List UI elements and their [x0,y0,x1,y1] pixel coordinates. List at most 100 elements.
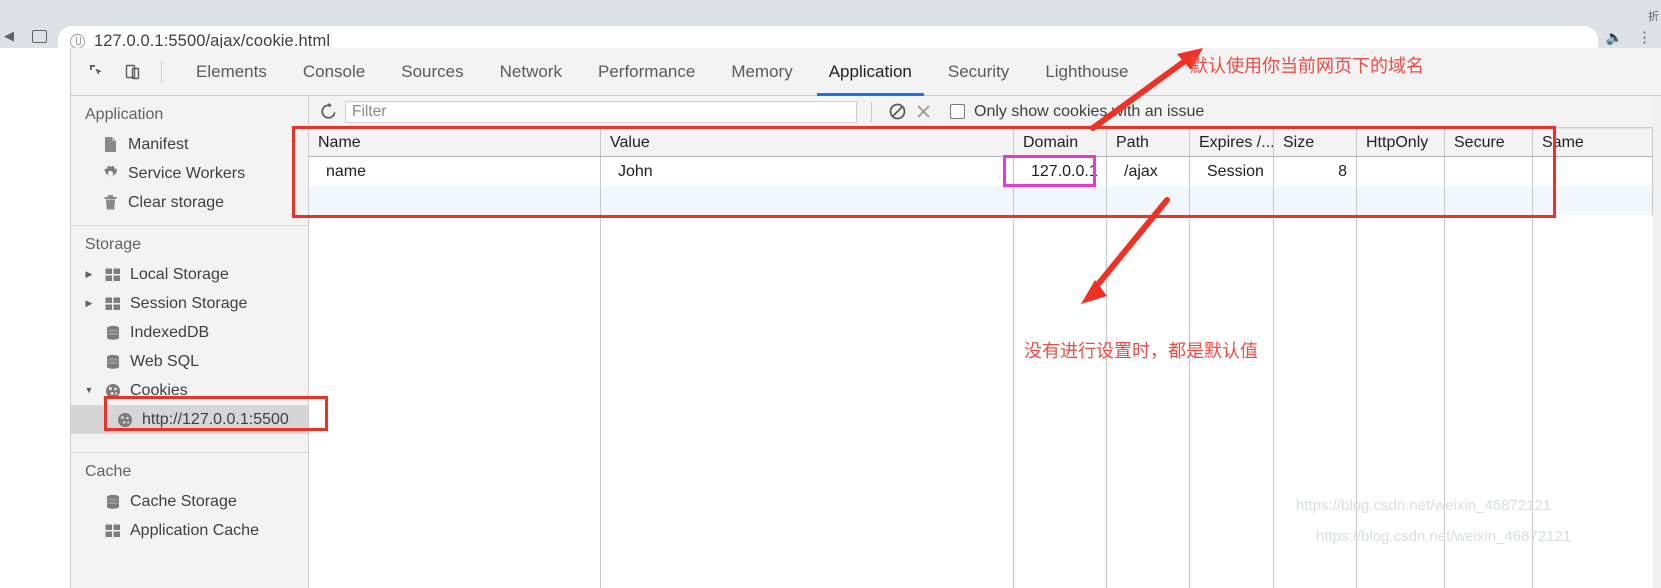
address-bar[interactable]: 127.0.0.1:5500/ajax/cookie.html [58,26,1598,48]
watermark-2: https://blog.csdn.net/weixin_46872121 [1316,528,1572,545]
device-toolbar-icon[interactable] [123,62,143,82]
screenshot-root: ◀ 127.0.0.1:5500/ajax/cookie.html 🔈 ⋮ 折 [0,0,1661,588]
vertical-scrollbar[interactable] [1653,96,1661,588]
sidebar-section-application: Application [85,106,164,123]
toolbar-divider [161,60,162,83]
checkbox-box[interactable] [950,104,965,119]
sidebar-item-service-workers-label: Service Workers [128,164,246,182]
only-issues-checkbox[interactable]: Only show cookies with an issue [950,103,1204,121]
tab-console-label: Console [302,61,366,81]
watermark-1: https://blog.csdn.net/weixin_46872121 [1296,497,1552,514]
fold-label: 折 [1648,11,1659,23]
tab-performance-label: Performance [597,61,696,81]
tab-memory-label: Memory [731,61,793,81]
tab-network-label: Network [499,61,562,81]
sidebar-section-cache: Cache [85,463,132,480]
chrome-nav-icons: ◀ [0,24,47,48]
address-bar-url: 127.0.0.1:5500/ajax/cookie.html [94,31,331,49]
filter-input[interactable] [352,102,850,121]
cell-domain: 127.0.0.1 [1014,157,1107,186]
column-header-samesite[interactable]: Same [1533,129,1653,156]
cookies-table-header: Name Value Domain Path Expires /... Size… [309,128,1661,157]
sidebar-item-cache-storage[interactable]: ▶ Cache Storage [71,487,308,516]
sidebar-item-session-storage-label: Session Storage [130,294,248,312]
sidebar-item-application-cache-label: Application Cache [130,521,259,539]
tab-network[interactable]: Network [482,48,580,96]
column-header-httponly[interactable]: HttpOnly [1357,129,1445,156]
column-header-secure[interactable]: Secure [1445,129,1533,156]
chevron-down-icon[interactable]: ▼ [83,386,95,395]
sidebar-item-manifest-label: Manifest [128,135,189,153]
page-info-icon[interactable] [70,33,85,48]
tab-sources-label: Sources [401,61,464,81]
tab-memory[interactable]: Memory [713,48,810,96]
cookie-icon [103,381,122,400]
manifest-file-icon [101,135,120,154]
sidebar-item-local-storage[interactable]: ▶ Local Storage [71,260,308,289]
sidebar-item-clear-storage[interactable]: Clear storage [71,188,308,217]
column-header-path[interactable]: Path [1107,129,1190,156]
browser-chrome: ◀ 127.0.0.1:5500/ajax/cookie.html 🔈 ⋮ 折 [0,0,1661,48]
cookie-icon [115,410,134,429]
column-header-size[interactable]: Size [1274,129,1357,156]
cell-size: 8 [1274,157,1357,186]
sidebar-item-manifest[interactable]: Manifest [71,130,308,159]
filter-input-wrapper[interactable] [345,100,857,123]
sidebar-item-local-storage-label: Local Storage [130,265,229,283]
sidebar-item-web-sql-label: Web SQL [130,352,200,370]
sidebar-item-cookies-label: Cookies [130,381,188,399]
chevron-right-icon[interactable]: ▶ [83,299,95,308]
column-header-name[interactable]: Name [309,129,601,156]
cell-samesite [1533,157,1653,186]
gear-icon [101,164,120,183]
cell-path: /ajax [1107,157,1190,186]
column-header-domain[interactable]: Domain [1014,129,1107,156]
tab-lighthouse[interactable]: Lighthouse [1027,48,1146,96]
chevron-left-icon[interactable]: ◀ [4,28,14,44]
inspect-element-icon[interactable] [87,62,107,82]
database-icon [103,323,122,342]
cell-value: John [601,157,1014,186]
tab-icon[interactable] [32,29,47,43]
sidebar-item-cookie-origin[interactable]: http://127.0.0.1:5500 [71,405,308,434]
tab-lighthouse-label: Lighthouse [1045,61,1129,81]
column-header-expires[interactable]: Expires /... [1190,129,1274,156]
database-icon [103,352,122,371]
chevron-right-icon[interactable]: ▶ [83,270,95,279]
tab-application[interactable]: Application [811,48,930,96]
database-icon [103,492,122,511]
more-options-icon[interactable]: ⋮ [1637,28,1653,46]
column-header-value[interactable]: Value [601,129,1014,156]
annotation-text-default: 没有进行设置时，都是默认值 [1024,341,1258,362]
storage-grid-icon [103,265,122,284]
close-x-icon[interactable] [910,100,936,124]
sidebar-item-indexeddb[interactable]: ▶ IndexedDB [71,318,308,347]
tab-console[interactable]: Console [285,48,383,96]
tab-security-label: Security [947,61,1010,81]
tab-security[interactable]: Security [930,48,1027,96]
tab-elements[interactable]: Elements [178,48,285,96]
tab-elements-label: Elements [196,61,267,81]
sidebar-item-application-cache[interactable]: ▶ Application Cache [71,516,308,545]
cell-httponly [1357,157,1445,186]
sidebar-item-session-storage[interactable]: ▶ Session Storage [71,289,308,318]
block-clear-icon[interactable] [884,100,910,124]
chrome-right-icons: 🔈 ⋮ [1606,28,1653,47]
devtools-tool-icons [71,60,178,83]
tab-sources[interactable]: Sources [383,48,481,96]
tab-application-label: Application [828,61,912,81]
devtools-tab-list: Elements Console Sources Network Perform… [178,48,1147,96]
cookies-toolbar: Only show cookies with an issue [309,96,1661,128]
cookies-table: Name Value Domain Path Expires /... Size… [309,128,1661,588]
sound-muted-icon[interactable]: 🔈 [1606,29,1623,46]
sidebar-section-storage: Storage [85,236,142,253]
sidebar-item-service-workers[interactable]: Service Workers [71,159,308,188]
tab-performance[interactable]: Performance [580,48,713,96]
sidebar-item-indexeddb-label: IndexedDB [130,323,210,341]
only-issues-label: Only show cookies with an issue [974,102,1205,120]
table-row[interactable]: name John 127.0.0.1 /ajax Session 8 [309,157,1661,186]
sidebar-item-cookie-origin-label: http://127.0.0.1:5500 [142,410,289,428]
refresh-icon[interactable] [313,99,343,125]
sidebar-item-cookies[interactable]: ▼ Cookies [71,376,308,405]
sidebar-item-web-sql[interactable]: ▶ Web SQL [71,347,308,376]
